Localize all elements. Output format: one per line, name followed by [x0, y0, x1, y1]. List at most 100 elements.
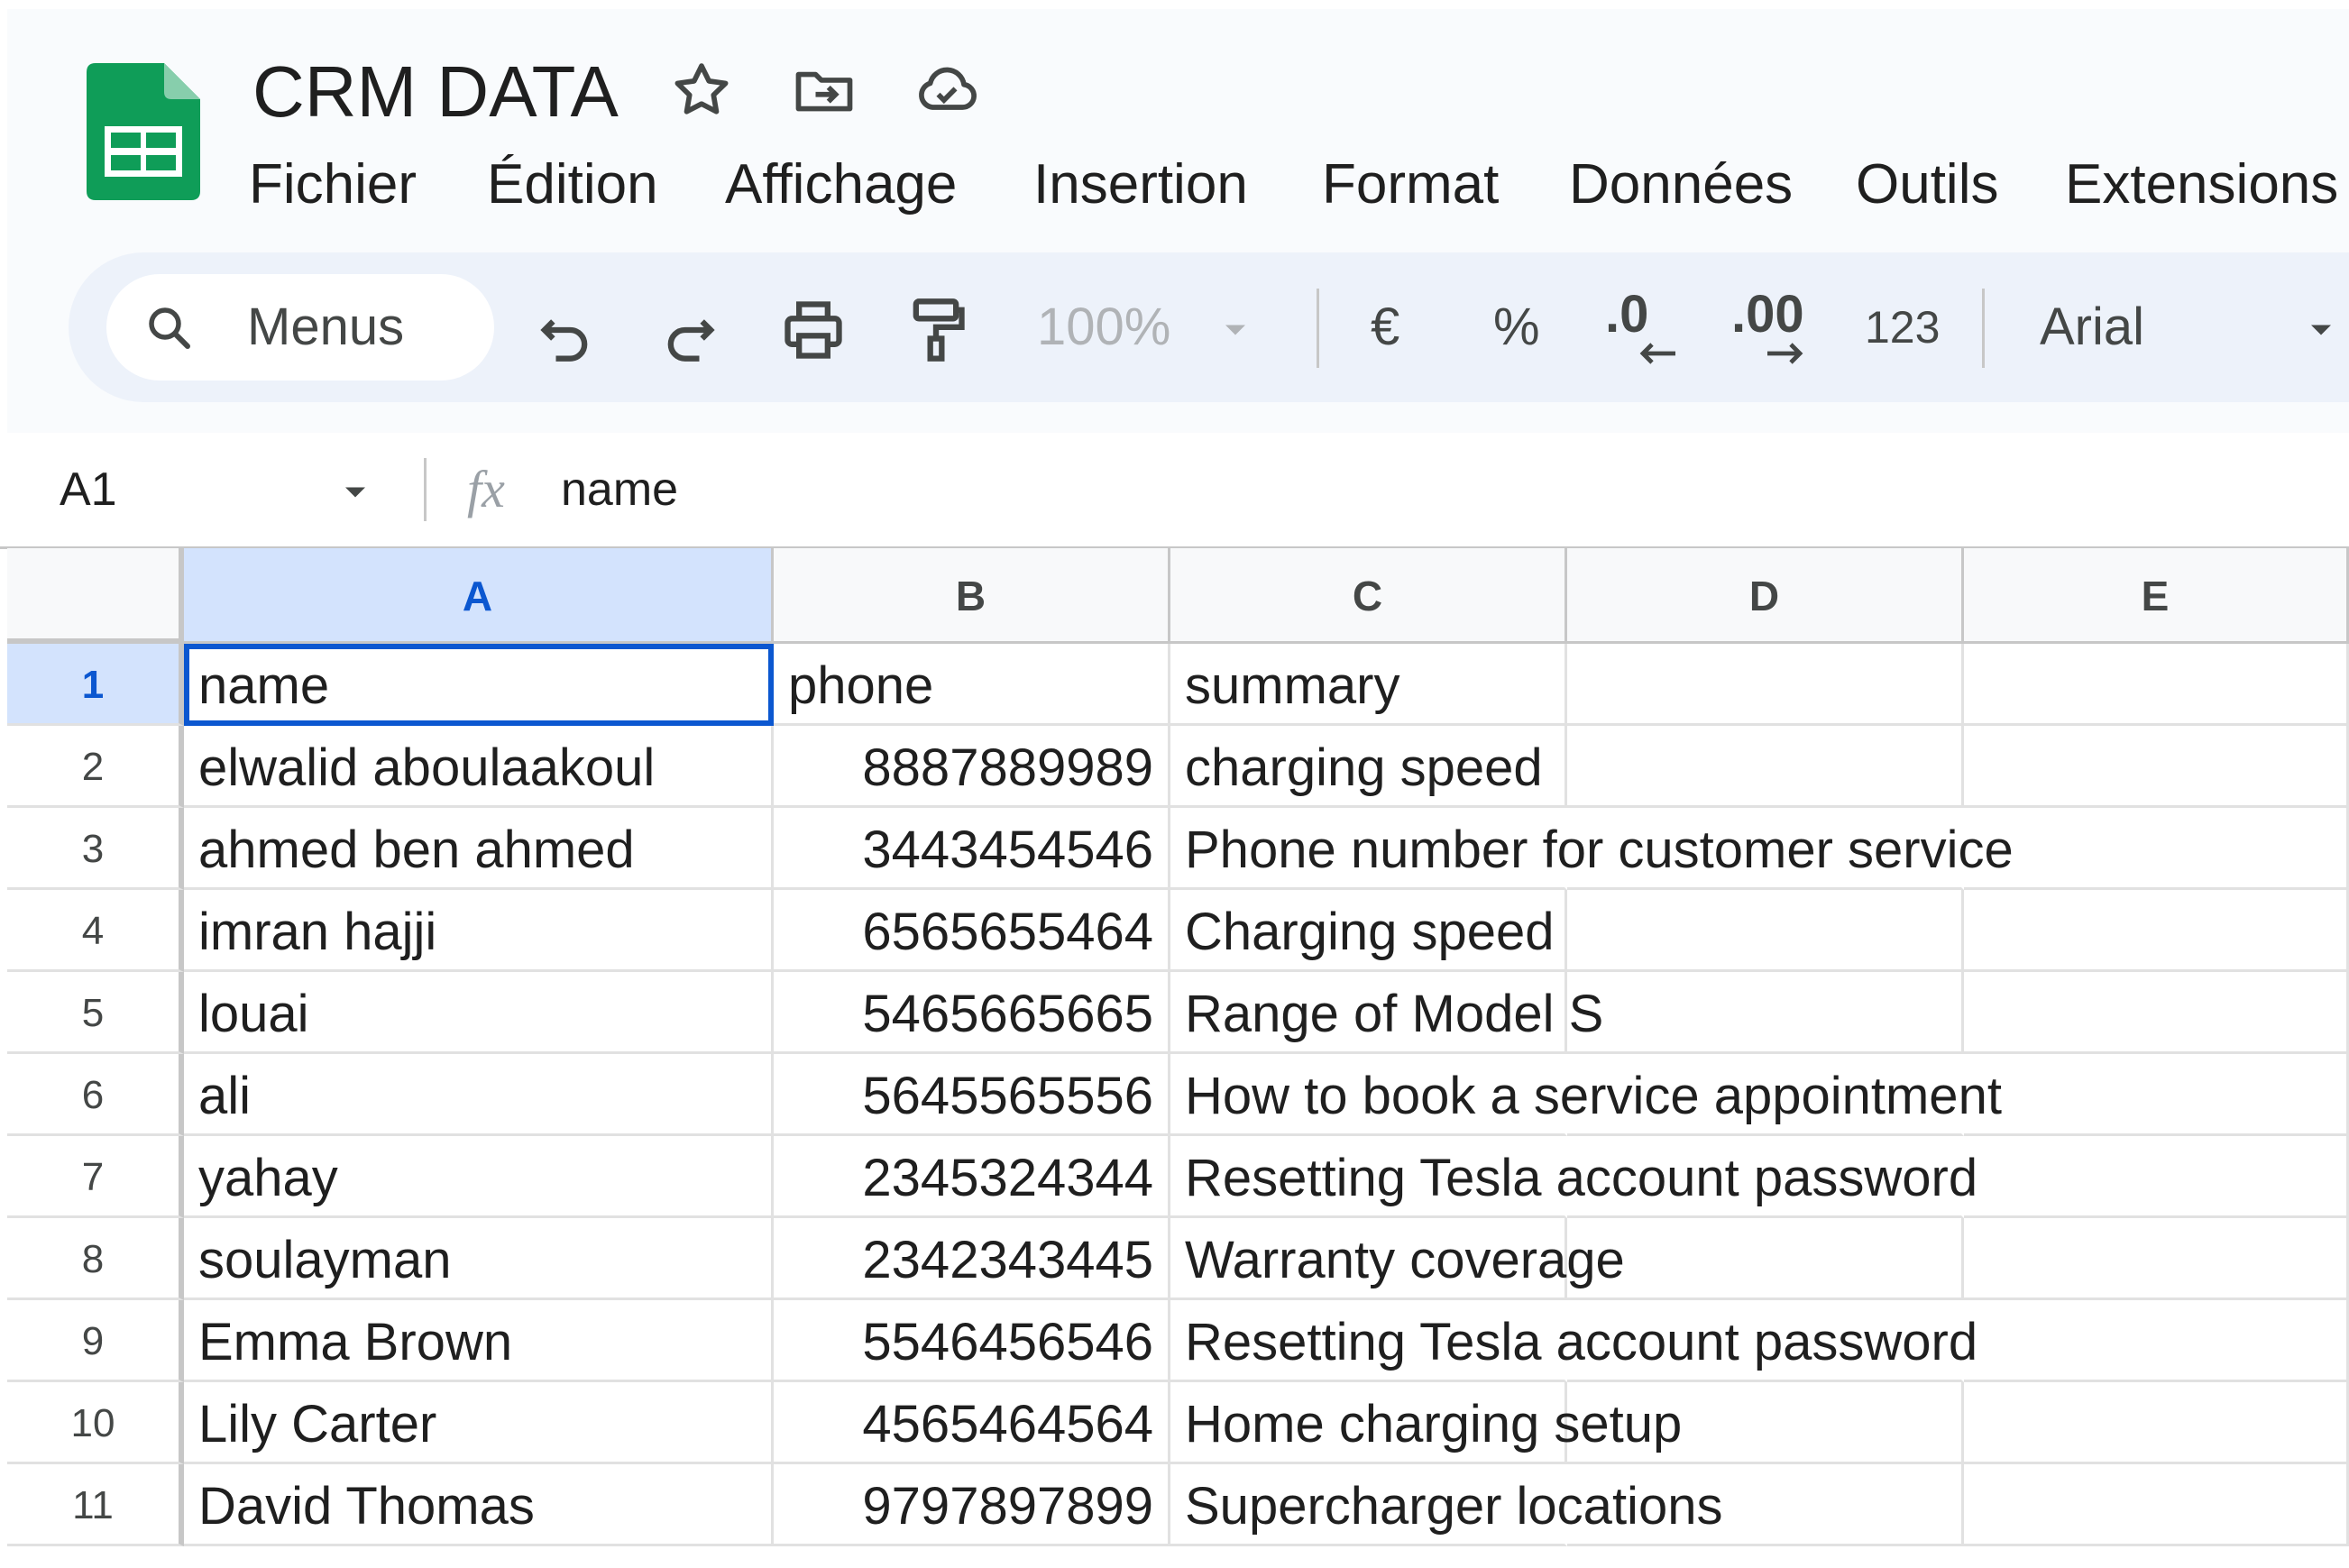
- search-icon: [149, 307, 190, 349]
- cell-name[interactable]: louai: [184, 972, 774, 1054]
- menu-insert[interactable]: Insertion: [1033, 144, 1248, 225]
- cell-phone[interactable]: 5465665665: [774, 972, 1170, 1054]
- name-box[interactable]: A1: [60, 440, 117, 539]
- row-header[interactable]: 9: [7, 1300, 184, 1382]
- number-format-button[interactable]: 123: [1865, 252, 1940, 402]
- cell-name[interactable]: soulayman: [184, 1218, 774, 1300]
- row-header[interactable]: 3: [7, 808, 184, 890]
- row-header[interactable]: 2: [7, 726, 184, 808]
- cell-empty[interactable]: [1567, 972, 1964, 1054]
- cell-empty[interactable]: [1964, 808, 2349, 890]
- cell-summary[interactable]: Resetting Tesla account password: [1170, 1136, 1977, 1218]
- cell-empty[interactable]: [1567, 890, 1964, 972]
- menu-file[interactable]: Fichier: [249, 144, 417, 225]
- menu-extensions[interactable]: Extensions: [2065, 144, 2338, 225]
- row-header[interactable]: 11: [7, 1464, 184, 1546]
- cell-name[interactable]: ahmed ben ahmed: [184, 808, 774, 890]
- font-chevron-down-icon[interactable]: [2301, 310, 2341, 350]
- cell-empty[interactable]: [1567, 726, 1964, 808]
- select-all-corner[interactable]: [7, 548, 184, 644]
- row-header[interactable]: 1: [7, 644, 184, 726]
- cell-empty[interactable]: [1964, 726, 2349, 808]
- cell-phone[interactable]: 9797897899: [774, 1464, 1170, 1546]
- row-header[interactable]: 7: [7, 1136, 184, 1218]
- print-icon[interactable]: [779, 296, 848, 364]
- fx-icon: fx: [467, 460, 505, 518]
- cell-summary[interactable]: Charging speed: [1170, 890, 1567, 972]
- menu-edit[interactable]: Édition: [487, 144, 658, 225]
- cell-phone[interactable]: 5645565556: [774, 1054, 1170, 1136]
- cell-name[interactable]: imran hajji: [184, 890, 774, 972]
- star-icon[interactable]: [667, 56, 736, 124]
- font-family-select[interactable]: Arial: [2040, 252, 2144, 402]
- cell-name[interactable]: yahay: [184, 1136, 774, 1218]
- cell-empty[interactable]: [1567, 644, 1964, 726]
- arrow-right-icon: [1767, 343, 1803, 364]
- cell-empty[interactable]: [1964, 1054, 2349, 1136]
- cloud-saved-icon[interactable]: [913, 56, 981, 124]
- toolbar-divider: [1317, 289, 1319, 368]
- column-header-a[interactable]: A: [184, 548, 774, 644]
- cell-empty[interactable]: [1964, 1300, 2349, 1382]
- menu-tools[interactable]: Outils: [1856, 144, 1998, 225]
- cell-phone[interactable]: 4565464564: [774, 1382, 1170, 1464]
- cell-empty[interactable]: [1964, 890, 2349, 972]
- cell-phone[interactable]: 2342343445: [774, 1218, 1170, 1300]
- cell-name[interactable]: David Thomas: [184, 1464, 774, 1546]
- cell-empty[interactable]: [1964, 1218, 2349, 1300]
- search-menus-button[interactable]: Menus: [106, 274, 494, 381]
- cell-summary[interactable]: charging speed: [1170, 726, 1567, 808]
- column-header-c[interactable]: C: [1170, 548, 1567, 644]
- redo-icon[interactable]: [656, 296, 725, 364]
- cell-name[interactable]: ali: [184, 1054, 774, 1136]
- document-title[interactable]: CRM DATA: [252, 47, 619, 137]
- row-header[interactable]: 8: [7, 1218, 184, 1300]
- menu-format[interactable]: Format: [1322, 144, 1499, 225]
- cell-name[interactable]: elwalid aboulaakoul: [184, 726, 774, 808]
- cell-phone[interactable]: phone: [774, 644, 1170, 726]
- toolbar: Menus 100% € % .0 .00 123 Arial: [69, 252, 2349, 402]
- column-header-d[interactable]: D: [1567, 548, 1964, 644]
- cell-summary[interactable]: Resetting Tesla account password: [1170, 1300, 1977, 1382]
- cell-summary[interactable]: How to book a service appointment: [1170, 1054, 2002, 1136]
- paint-format-icon[interactable]: [902, 296, 970, 364]
- zoom-select[interactable]: 100%: [1037, 252, 1170, 402]
- zoom-chevron-down-icon[interactable]: [1216, 310, 1255, 350]
- percent-format-button[interactable]: %: [1493, 252, 1540, 402]
- cell-name[interactable]: Lily Carter: [184, 1382, 774, 1464]
- cell-phone[interactable]: 2345324344: [774, 1136, 1170, 1218]
- undo-icon[interactable]: [530, 296, 599, 364]
- menu-data[interactable]: Données: [1569, 144, 1793, 225]
- cell-phone[interactable]: 6565655464: [774, 890, 1170, 972]
- menu-view[interactable]: Affichage: [725, 144, 957, 225]
- column-header-b[interactable]: B: [774, 548, 1170, 644]
- cell-summary[interactable]: Home charging setup: [1170, 1382, 1682, 1464]
- row-header[interactable]: 10: [7, 1382, 184, 1464]
- spreadsheet-grid: A B C D E 1 name phone summary 2 elwalid abou…: [7, 548, 2349, 1568]
- cell-empty[interactable]: [1567, 1218, 1964, 1300]
- cell-summary[interactable]: Warranty coverage: [1170, 1218, 1625, 1300]
- row-header[interactable]: 4: [7, 890, 184, 972]
- formula-input[interactable]: name: [561, 440, 678, 539]
- cell-phone[interactable]: 3443454546: [774, 808, 1170, 890]
- cell-empty[interactable]: [1964, 1464, 2349, 1546]
- row-header[interactable]: 6: [7, 1054, 184, 1136]
- currency-format-button[interactable]: €: [1371, 252, 1399, 402]
- cell-name[interactable]: Emma Brown: [184, 1300, 774, 1382]
- cell-phone[interactable]: 5546456546: [774, 1300, 1170, 1382]
- cell-empty[interactable]: [1964, 1136, 2349, 1218]
- cell-summary[interactable]: Supercharger locations: [1170, 1464, 1722, 1546]
- name-box-chevron-down-icon[interactable]: [335, 472, 375, 512]
- sheets-logo-icon[interactable]: [87, 63, 200, 200]
- cell-name[interactable]: name: [184, 644, 774, 726]
- column-header-e[interactable]: E: [1964, 548, 2349, 644]
- cell-phone[interactable]: 8887889989: [774, 726, 1170, 808]
- cell-empty[interactable]: [1964, 972, 2349, 1054]
- cell-empty[interactable]: [1964, 1382, 2349, 1464]
- cell-summary[interactable]: Phone number for customer service: [1170, 808, 2014, 890]
- cell-empty[interactable]: [1964, 644, 2349, 726]
- move-to-folder-icon[interactable]: [790, 56, 858, 124]
- cell-summary[interactable]: summary: [1170, 644, 1567, 726]
- row-header[interactable]: 5: [7, 972, 184, 1054]
- cell-summary[interactable]: Range of Model S: [1170, 972, 1603, 1054]
